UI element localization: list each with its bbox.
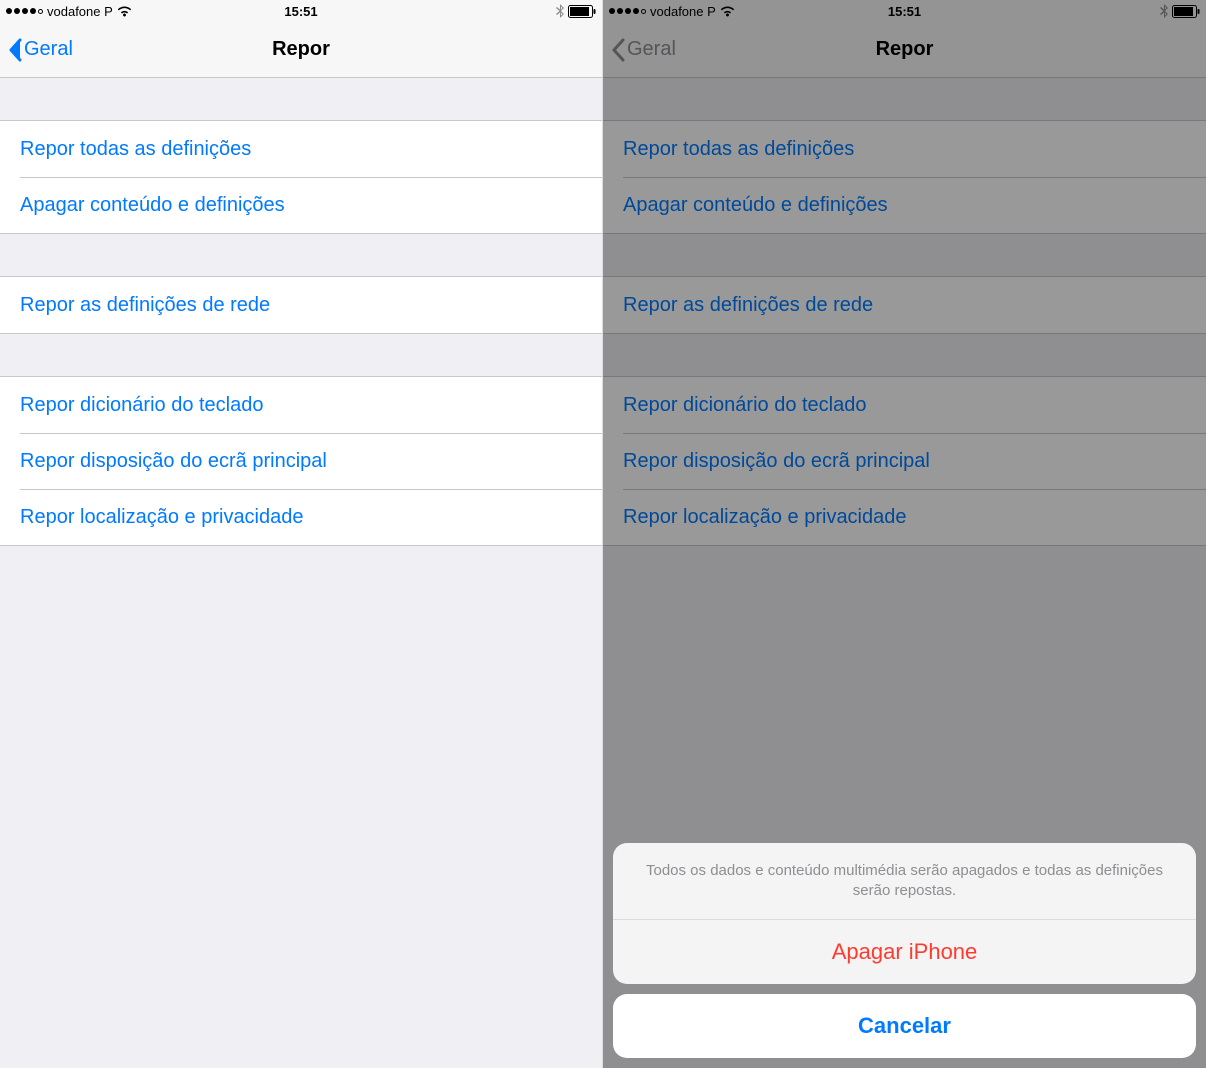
reset-keyboard-dictionary-row[interactable]: Repor dicionário do teclado xyxy=(603,377,1206,433)
reset-location-privacy-row[interactable]: Repor localização e privacidade xyxy=(603,489,1206,545)
clock-label: 15:51 xyxy=(284,4,317,19)
screen-reset-settings-confirm: vodafone P 15:51 Geral Repor xyxy=(603,0,1206,1068)
back-button[interactable]: Geral xyxy=(8,38,73,62)
status-bar: vodafone P 15:51 xyxy=(603,0,1206,22)
nav-bar: Geral Repor xyxy=(603,22,1206,78)
reset-home-layout-row[interactable]: Repor disposição do ecrã principal xyxy=(603,433,1206,489)
chevron-left-icon xyxy=(611,38,625,62)
screen-reset-settings: vodafone P 15:51 Geral Repor xyxy=(0,0,603,1068)
cancel-button[interactable]: Cancelar xyxy=(613,994,1196,1058)
nav-bar: Geral Repor xyxy=(0,22,602,78)
row-label: Repor localização e privacidade xyxy=(20,506,304,529)
settings-group-3: Repor dicionário do teclado Repor dispos… xyxy=(0,376,602,546)
settings-group-1: Repor todas as definições Apagar conteúd… xyxy=(603,120,1206,234)
row-label: Repor todas as definições xyxy=(623,138,854,161)
signal-strength-icon xyxy=(6,8,43,14)
settings-group-2: Repor as definições de rede xyxy=(603,276,1206,334)
clock-label: 15:51 xyxy=(888,4,921,19)
wifi-icon xyxy=(117,5,132,17)
reset-home-layout-row[interactable]: Repor disposição do ecrã principal xyxy=(0,433,602,489)
row-label: Repor dicionário do teclado xyxy=(20,394,264,417)
reset-all-settings-row[interactable]: Repor todas as definições xyxy=(0,121,602,177)
reset-keyboard-dictionary-row[interactable]: Repor dicionário do teclado xyxy=(0,377,602,433)
row-label: Repor todas as definições xyxy=(20,138,251,161)
cancel-label: Cancelar xyxy=(858,1013,951,1039)
reset-network-settings-row[interactable]: Repor as definições de rede xyxy=(603,277,1206,333)
row-label: Repor as definições de rede xyxy=(623,294,873,317)
back-button[interactable]: Geral xyxy=(611,38,676,62)
back-label: Geral xyxy=(24,38,73,61)
row-label: Repor disposição do ecrã principal xyxy=(623,450,930,473)
carrier-label: vodafone P xyxy=(650,4,716,19)
row-label: Repor localização e privacidade xyxy=(623,506,907,529)
battery-icon xyxy=(568,5,596,18)
carrier-label: vodafone P xyxy=(47,4,113,19)
status-bar: vodafone P 15:51 xyxy=(0,0,602,22)
erase-iphone-button[interactable]: Apagar iPhone xyxy=(613,920,1196,984)
battery-icon xyxy=(1172,5,1200,18)
settings-group-1: Repor todas as definições Apagar conteúd… xyxy=(0,120,602,234)
chevron-left-icon xyxy=(8,38,22,62)
reset-all-settings-row[interactable]: Repor todas as definições xyxy=(603,121,1206,177)
action-label: Apagar iPhone xyxy=(832,939,978,965)
row-label: Repor dicionário do teclado xyxy=(623,394,867,417)
row-label: Apagar conteúdo e definições xyxy=(20,194,285,217)
settings-group-2: Repor as definições de rede xyxy=(0,276,602,334)
erase-content-settings-row[interactable]: Apagar conteúdo e definições xyxy=(0,177,602,233)
row-label: Apagar conteúdo e definições xyxy=(623,194,888,217)
action-sheet-message: Todos os dados e conteúdo multimédia ser… xyxy=(613,843,1196,921)
signal-strength-icon xyxy=(609,8,646,14)
back-label: Geral xyxy=(627,38,676,61)
bluetooth-icon xyxy=(1160,4,1168,18)
row-label: Repor disposição do ecrã principal xyxy=(20,450,327,473)
row-label: Repor as definições de rede xyxy=(20,294,270,317)
wifi-icon xyxy=(720,5,735,17)
action-sheet: Todos os dados e conteúdo multimédia ser… xyxy=(613,843,1196,1059)
erase-content-settings-row[interactable]: Apagar conteúdo e definições xyxy=(603,177,1206,233)
bluetooth-icon xyxy=(556,4,564,18)
nav-title: Repor xyxy=(876,38,934,61)
settings-group-3: Repor dicionário do teclado Repor dispos… xyxy=(603,376,1206,546)
reset-network-settings-row[interactable]: Repor as definições de rede xyxy=(0,277,602,333)
reset-location-privacy-row[interactable]: Repor localização e privacidade xyxy=(0,489,602,545)
nav-title: Repor xyxy=(272,38,330,61)
